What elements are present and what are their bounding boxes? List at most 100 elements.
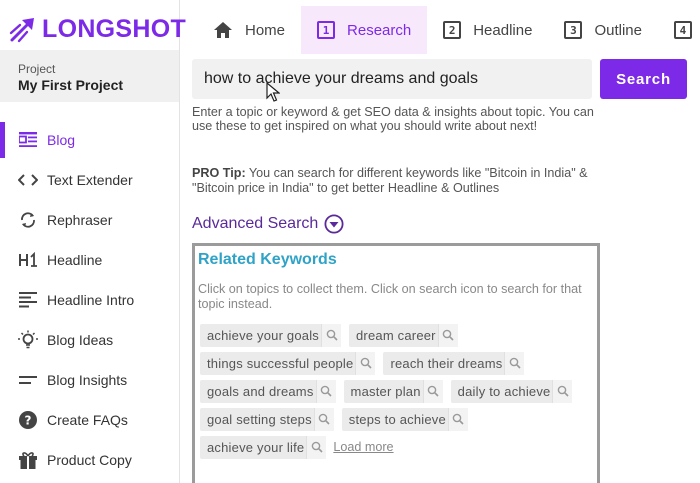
tab-number: 4 <box>673 21 692 39</box>
chip-row: achieve your goals dream career <box>197 321 597 349</box>
sidebar-item-blog[interactable]: Blog <box>0 120 179 160</box>
keyword-chip[interactable]: things successful people <box>200 351 376 375</box>
number-2-icon: 2 <box>443 21 462 39</box>
sidebar-item-label: Headline Intro <box>47 292 135 308</box>
code-brackets-icon <box>18 170 38 190</box>
svg-text:?: ? <box>25 414 32 428</box>
insights-lines-icon <box>18 370 38 390</box>
tab-step-4[interactable]: 4 <box>658 6 700 54</box>
h1-icon <box>18 250 38 270</box>
keyword-chip-label: goal setting steps <box>207 411 312 427</box>
tab-number: 3 <box>564 21 583 39</box>
logo-text: LONGSHOT <box>42 14 187 43</box>
number-3-icon: 3 <box>564 21 583 39</box>
sidebar-item-create-faqs[interactable]: ? Create FAQs <box>0 400 179 440</box>
home-icon <box>213 21 233 39</box>
chip-row: things successful people reach their dre… <box>197 349 597 377</box>
tab-number: 2 <box>443 21 462 39</box>
search-help-text: Enter a topic or keyword & get SEO data … <box>192 105 594 133</box>
rocket-logo-icon <box>9 18 34 43</box>
related-keywords-title: Related Keywords <box>198 251 337 268</box>
search-icon[interactable] <box>306 435 327 459</box>
keyword-chip[interactable]: goals and dreams <box>200 379 336 403</box>
search-icon[interactable] <box>355 351 376 375</box>
keyword-chip-label: dream career <box>356 327 436 343</box>
project-selector[interactable]: Project My First Project <box>0 50 179 102</box>
chip-row: achieve your life Load more <box>197 433 597 461</box>
search-icon[interactable] <box>447 407 468 431</box>
tab-headline[interactable]: 2 Headline <box>427 6 548 54</box>
sidebar-item-label: Headline <box>47 252 103 268</box>
tab-label: Home <box>245 21 286 39</box>
sidebar-item-rephraser[interactable]: Rephraser <box>0 200 179 240</box>
sidebar-item-headline-intro[interactable]: Headline Intro <box>0 280 179 320</box>
help-circle-icon: ? <box>18 410 38 430</box>
keyword-chips: achieve your goals dream career things s… <box>197 321 597 461</box>
load-more-link[interactable]: Load more <box>333 440 393 454</box>
sidebar-item-label: Blog <box>47 132 76 148</box>
sidebar-item-headline[interactable]: Headline <box>0 240 179 280</box>
search-icon[interactable] <box>422 379 443 403</box>
keyword-chip[interactable]: daily to achieve <box>450 379 573 403</box>
tab-number: 1 <box>317 21 336 39</box>
keyword-chip[interactable]: dream career <box>349 323 458 347</box>
sidebar-item-label: Create FAQs <box>47 412 128 428</box>
keyword-chip[interactable]: goal setting steps <box>200 407 334 431</box>
tab-label: Outline <box>594 21 642 39</box>
intro-lines-icon <box>18 290 38 310</box>
search-input[interactable] <box>192 59 592 99</box>
advanced-search-toggle[interactable]: Advanced Search <box>192 214 344 234</box>
search-button[interactable]: Search <box>600 59 687 99</box>
project-name: My First Project <box>18 77 124 93</box>
sidebar-item-text-extender[interactable]: Text Extender <box>0 160 179 200</box>
sidebar-item-product-copy[interactable]: Product Copy <box>0 440 179 480</box>
keyword-chip-label: achieve your life <box>207 439 305 455</box>
sidebar: LONGSHOT Project My First Project Blog T… <box>0 0 186 483</box>
keyword-chip[interactable]: achieve your life <box>200 435 327 459</box>
sidebar-item-label: Text Extender <box>47 172 133 188</box>
related-keywords-help: Click on topics to collect them. Click o… <box>198 282 582 311</box>
keyword-chip[interactable]: achieve your goals <box>200 323 341 347</box>
sidebar-item-label: Rephraser <box>47 212 113 228</box>
tab-home[interactable]: Home <box>181 6 301 54</box>
tab-label: Headline <box>473 21 533 39</box>
keyword-chip-label: things successful people <box>207 355 354 371</box>
search-icon[interactable] <box>552 379 573 403</box>
keyword-chip-label: steps to achieve <box>348 411 446 427</box>
keyword-chip-label: master plan <box>350 383 421 399</box>
search-icon[interactable] <box>321 323 341 347</box>
tab-research[interactable]: 1 Research <box>301 6 428 54</box>
project-label: Project <box>18 62 56 76</box>
sidebar-item-blog-insights[interactable]: Blog Insights <box>0 360 179 400</box>
gift-icon <box>18 450 38 470</box>
pro-tip-text: You can search for different keywords li… <box>192 166 588 195</box>
logo[interactable]: LONGSHOT <box>8 12 186 46</box>
keyword-chip-label: daily to achieve <box>457 383 551 399</box>
sidebar-item-blog-ideas[interactable]: Blog Ideas <box>0 320 179 360</box>
keyword-chip-label: reach their dreams <box>390 355 503 371</box>
lightbulb-icon <box>18 330 38 350</box>
sidebar-item-label: Product Copy <box>47 452 132 468</box>
mouse-cursor-icon <box>266 81 281 107</box>
keyword-chip[interactable]: master plan <box>343 379 443 403</box>
chevron-down-circle-icon <box>324 214 344 234</box>
tab-outline[interactable]: 3 Outline <box>548 6 658 54</box>
blog-icon <box>18 130 38 150</box>
search-icon[interactable] <box>437 323 458 347</box>
sidebar-item-label: Blog Ideas <box>47 332 114 348</box>
chip-row: goals and dreams master plan daily to ac… <box>197 377 597 405</box>
keyword-chip-label: achieve your goals <box>207 327 319 343</box>
search-icon[interactable] <box>313 407 334 431</box>
pro-tip-label: PRO Tip: <box>192 166 246 180</box>
number-1-icon: 1 <box>317 21 336 39</box>
step-tabs: Home 1 Research 2 Headline 3 Outline 4 <box>181 0 700 56</box>
search-icon[interactable] <box>315 379 336 403</box>
keyword-chip[interactable]: steps to achieve <box>341 407 468 431</box>
number-4-icon: 4 <box>673 21 692 39</box>
keyword-chip[interactable]: reach their dreams <box>383 351 525 375</box>
search-icon[interactable] <box>504 351 525 375</box>
chip-row: goal setting steps steps to achieve <box>197 405 597 433</box>
sidebar-item-label: Blog Insights <box>47 372 128 388</box>
refresh-icon <box>18 210 38 230</box>
tab-label: Research <box>347 21 412 39</box>
